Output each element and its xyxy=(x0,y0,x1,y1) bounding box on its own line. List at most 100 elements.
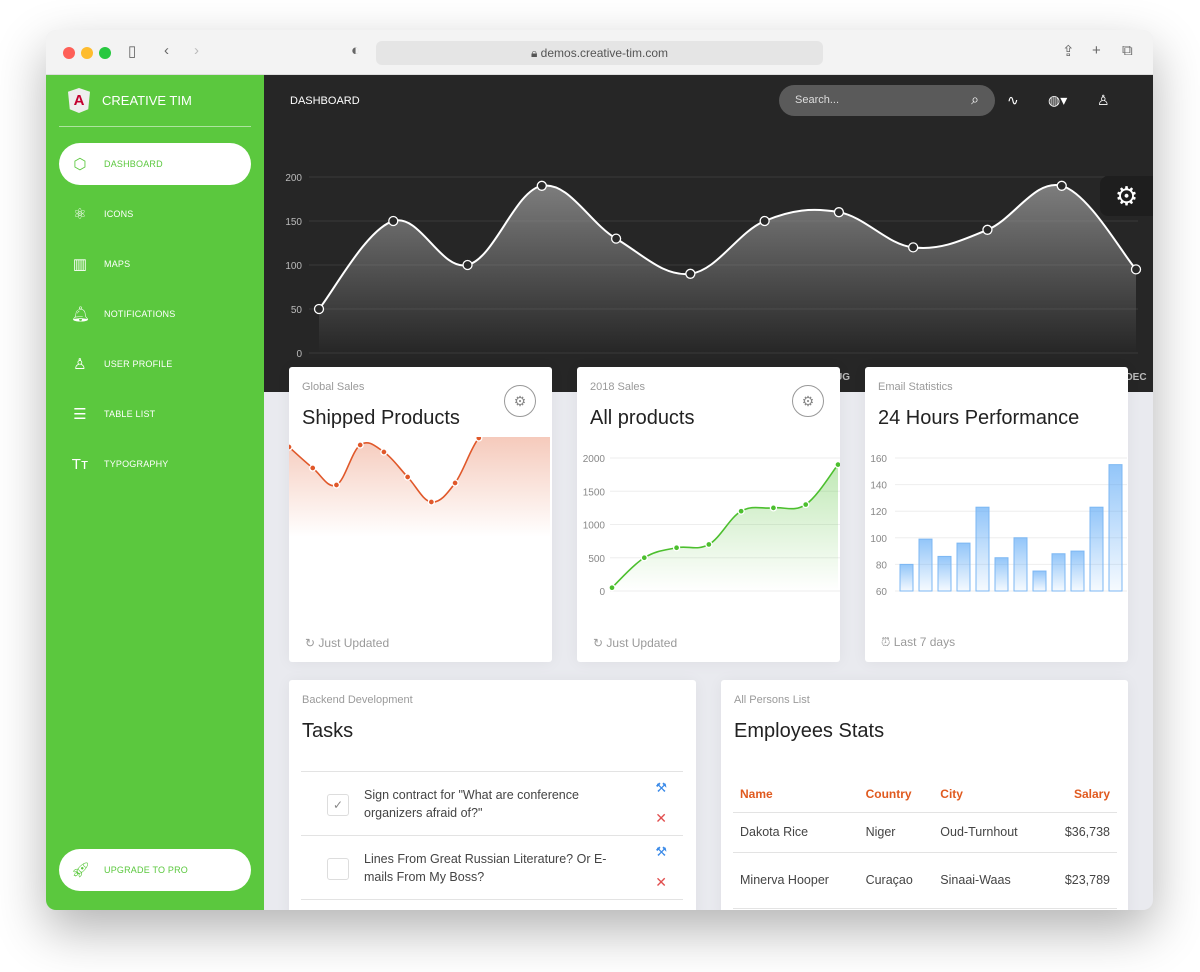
brand-name[interactable]: CREATIVE TIM xyxy=(102,93,192,108)
upgrade-to-pro-button[interactable]: 🚀︎ UPGRADE TO PRO xyxy=(59,849,251,891)
shield-icon[interactable]: ◐ xyxy=(351,42,360,59)
data-point xyxy=(380,448,388,456)
sidebar-item-label: USER PROFILE xyxy=(104,359,173,369)
upgrade-label: UPGRADE TO PRO xyxy=(104,865,188,875)
gear-icon: ⚙ xyxy=(513,393,527,409)
y-tick-label: 100 xyxy=(870,534,887,545)
y-tick-label: 2000 xyxy=(583,454,606,465)
sidebar-item-typography[interactable]: Tт TYPOGRAPHY xyxy=(59,443,251,485)
y-tick-label: 120 xyxy=(870,507,887,518)
data-point xyxy=(536,180,547,191)
data-point xyxy=(356,441,364,449)
bar xyxy=(1032,570,1047,592)
sidebar-item-table-list[interactable]: ☰ TABLE LIST xyxy=(59,393,251,435)
bar xyxy=(975,506,990,592)
data-point xyxy=(737,507,745,515)
card-settings-button[interactable]: ⚙ xyxy=(504,385,536,417)
bar xyxy=(1013,537,1028,592)
card-chart: 0 500 1000 1500 2000 xyxy=(583,454,840,597)
tabs-overview-icon[interactable]: ⧉ xyxy=(1122,42,1133,59)
refresh-icon: ↻ xyxy=(593,636,604,650)
table-cell: Niger xyxy=(858,812,934,853)
edit-tools-icon[interactable]: ⚒ xyxy=(655,844,667,860)
y-tick-label: 1000 xyxy=(583,521,606,532)
card-settings-button[interactable]: ⚙ xyxy=(792,385,824,417)
card-shipped-products: Global Sales Shipped Products ⚙ ↻ Just U… xyxy=(289,367,552,662)
activity-icon[interactable]: ∿ xyxy=(1007,92,1019,109)
column-header[interactable]: City xyxy=(933,776,1045,813)
sidebar-item-label: DASHBOARD xyxy=(104,159,163,169)
delete-icon[interactable]: ✕ xyxy=(655,810,667,827)
card-chart: 60 80 100 120 140 160 xyxy=(870,454,1127,597)
data-point xyxy=(759,215,770,227)
data-point xyxy=(332,481,341,489)
sidebar-item-notifications[interactable]: 🔔︎ NOTIFICATIONS xyxy=(59,293,251,335)
sidebar-item-label: TABLE LIST xyxy=(104,409,156,419)
data-point xyxy=(313,303,325,315)
y-tick-label: 0 xyxy=(599,587,605,597)
data-point xyxy=(833,207,845,218)
column-header[interactable]: Name xyxy=(733,776,859,813)
x-tick-label: DEC xyxy=(1125,372,1146,383)
settings-gear-icon[interactable]: ⚙ xyxy=(1100,176,1153,216)
card-title: Tasks xyxy=(302,720,354,742)
task-text: Sign contract for "What are conference o… xyxy=(364,788,579,820)
main-line-chart: 050100150200JANFEBMARAPRMAYJUNJULAUGSEPO… xyxy=(285,173,1146,383)
card-title: Shipped Products xyxy=(302,407,460,429)
list-icon: ☰ xyxy=(73,406,87,423)
sidebar-item-user-profile[interactable]: ♙ USER PROFILE xyxy=(59,343,251,385)
search-input[interactable]: Search... ⌕ xyxy=(779,85,995,116)
cube-icon: ⬡ xyxy=(73,156,87,173)
minimize-window-button[interactable] xyxy=(81,47,93,59)
bar xyxy=(956,542,971,592)
user-icon[interactable]: ♙ xyxy=(1097,92,1110,109)
back-icon[interactable]: ‹ xyxy=(164,42,169,59)
table-row: Dakota Rice Niger Oud-Turnhout $36,738 xyxy=(733,812,1117,853)
task-item: ✓ Sign contract for "What are conference … xyxy=(301,771,683,835)
data-point xyxy=(1056,180,1067,191)
employees-card: All Persons List Employees Stats Name Cou… xyxy=(721,680,1128,910)
sidebar-item-dashboard[interactable]: ⬡ DASHBOARD xyxy=(59,143,251,185)
maximize-window-button[interactable] xyxy=(99,47,111,59)
divider xyxy=(59,126,251,127)
forward-icon[interactable]: › xyxy=(194,42,199,59)
column-header[interactable]: Country xyxy=(858,776,934,813)
search-icon[interactable]: ⌕ xyxy=(971,91,979,108)
task-checkbox[interactable] xyxy=(327,858,349,880)
bar xyxy=(1051,553,1066,592)
data-point xyxy=(705,540,713,549)
bar xyxy=(1108,464,1123,592)
share-icon[interactable]: ⇪ xyxy=(1062,42,1075,60)
delete-icon[interactable]: ✕ xyxy=(655,874,667,891)
column-header[interactable]: Salary xyxy=(1044,776,1117,813)
url-text: demos.creative-tim.com xyxy=(540,46,669,60)
atom-icon: ⚛ xyxy=(73,206,87,223)
employees-table: Name Country City Salary Dakota Rice Niger Oud… xyxy=(733,776,1117,909)
bar xyxy=(899,563,914,592)
sidebar-toggle-icon[interactable]: ▯ xyxy=(128,42,136,60)
address-bar[interactable]: 🔒︎ demos.creative-tim.com xyxy=(376,41,823,65)
new-tab-icon[interactable]: + xyxy=(1092,42,1101,59)
footer-text: Just Updated xyxy=(318,636,390,650)
task-checkbox[interactable]: ✓ xyxy=(327,794,349,816)
data-point xyxy=(462,259,473,271)
angular-logo: A xyxy=(68,88,90,113)
close-window-button[interactable] xyxy=(63,47,75,59)
footer-text: Just Updated xyxy=(606,636,678,650)
bar xyxy=(1089,506,1104,592)
y-tick-label: 150 xyxy=(285,217,302,228)
globe-dropdown-icon[interactable]: ◍▾ xyxy=(1048,92,1067,109)
edit-tools-icon[interactable]: ⚒ xyxy=(655,780,667,796)
card-title: All products xyxy=(590,407,695,429)
sidebar-item-maps[interactable]: ▥ MAPS xyxy=(59,243,251,285)
table-cell: Minerva Hooper xyxy=(733,852,859,909)
y-tick-label: 60 xyxy=(876,587,888,597)
table-cell: $36,738 xyxy=(1044,812,1117,853)
sidebar-item-icons[interactable]: ⚛ ICONS xyxy=(59,193,251,235)
footer-text: Last 7 days xyxy=(893,635,956,649)
data-point xyxy=(608,584,616,592)
table-cell: Curaçao xyxy=(858,852,934,909)
map-icon: ▥ xyxy=(72,256,88,273)
card-title: Employees Stats xyxy=(734,720,885,742)
gear-icon: ⚙ xyxy=(801,393,815,409)
